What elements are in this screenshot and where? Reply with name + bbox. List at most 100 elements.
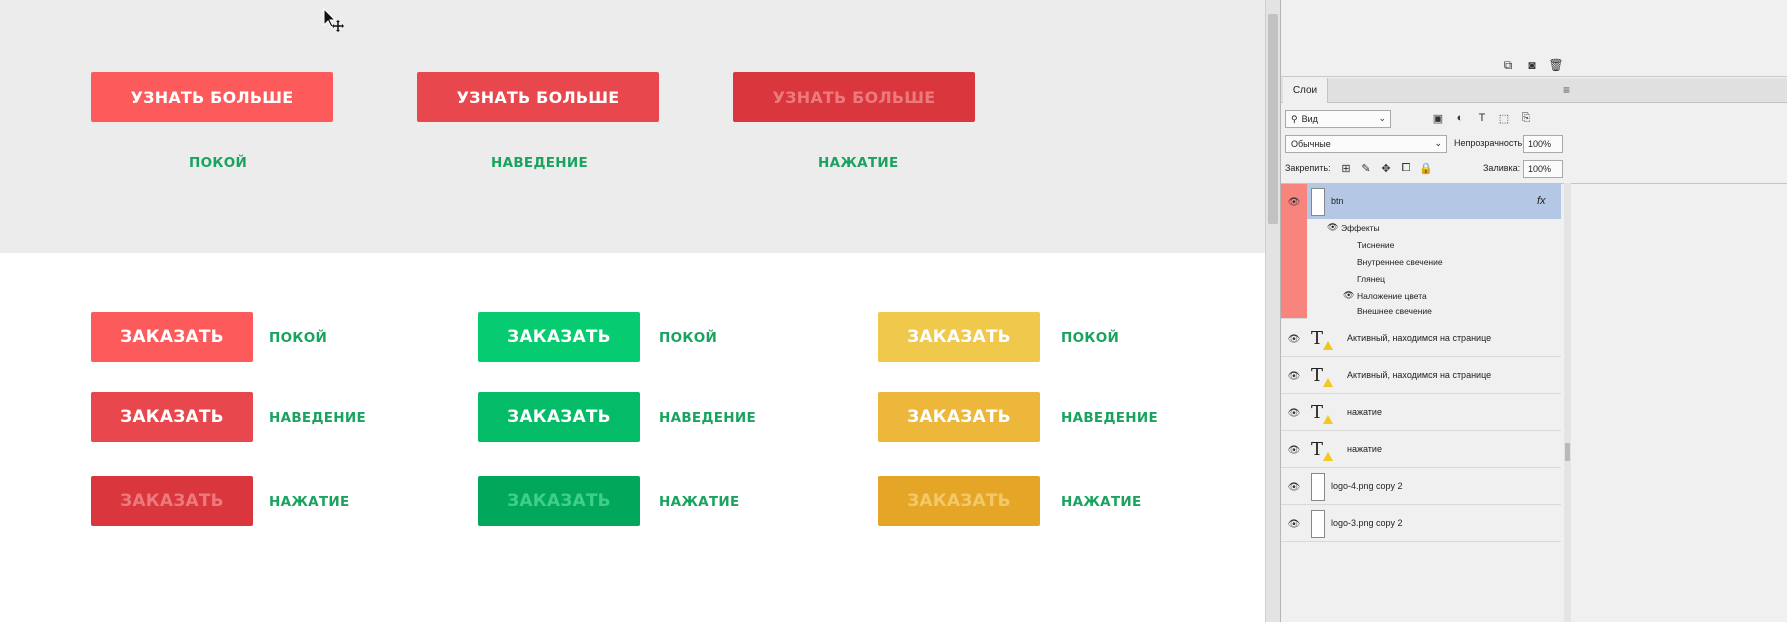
eye-icon[interactable]: 👁: [1287, 370, 1301, 382]
effect-row[interactable]: Глянец: [1307, 270, 1561, 287]
search-icon: ⚲: [1291, 113, 1298, 124]
state-label: НАВЕДЕНИЕ: [659, 410, 757, 426]
eye-icon[interactable]: 👁: [1287, 196, 1301, 208]
state-label-hover: НАВЕДЕНИЕ: [491, 155, 589, 171]
order-button-green-pressed[interactable]: ЗАКАЗАТЬ: [478, 476, 640, 526]
fill-label: Заливка:: [1483, 163, 1521, 173]
panel-upper-area: ⧉ ◙ 🗑: [1281, 0, 1787, 77]
warning-icon: [1323, 452, 1333, 461]
camera-icon[interactable]: ◙: [1525, 58, 1539, 72]
adjustment-filter-icon[interactable]: ◐: [1453, 111, 1467, 125]
layer-item[interactable]: 👁 logo-4.png copy 2: [1281, 469, 1561, 505]
effect-name: Глянец: [1357, 274, 1385, 284]
panel-menu-icon[interactable]: ≡: [1563, 83, 1570, 97]
fx-icon[interactable]: fx: [1537, 195, 1546, 207]
lock-fill-row: Закрепить: ⊞ ✎ ✥ ⧠ 🔒 Заливка: 100%: [1285, 160, 1785, 178]
eye-icon[interactable]: 👁: [1287, 481, 1301, 493]
effect-row[interactable]: Внешнее свечение: [1307, 304, 1561, 319]
shape-filter-icon[interactable]: ⬚: [1497, 111, 1511, 125]
layer-filter-row: ⚲ Вид ⌄ ▣ ◐ T ⬚ ⎘: [1285, 110, 1785, 128]
order-button-red-rest[interactable]: ЗАКАЗАТЬ: [91, 312, 253, 362]
layer-name: Активный, находимся на странице: [1347, 333, 1492, 343]
layer-item[interactable]: 👁 T нажатие: [1281, 432, 1561, 468]
scrollbar-thumb[interactable]: [1565, 443, 1570, 461]
blend-mode-value: Обычные: [1291, 139, 1331, 149]
chevron-down-icon: ⌄: [1378, 113, 1386, 123]
state-label-pressed: НАЖАТИЕ: [818, 155, 899, 171]
layer-filter-select[interactable]: ⚲ Вид ⌄: [1285, 110, 1391, 128]
eye-icon[interactable]: 👁: [1287, 518, 1301, 530]
blend-mode-select[interactable]: Обычные ⌄: [1285, 135, 1447, 153]
warning-icon: [1323, 378, 1333, 387]
effect-row[interactable]: Тиснение: [1307, 236, 1561, 253]
effect-name: Тиснение: [1357, 240, 1395, 250]
effects-row[interactable]: 👁 Эффекты: [1307, 219, 1561, 236]
learn-more-button-hover[interactable]: УЗНАТЬ БОЛЬШЕ: [417, 72, 659, 122]
eye-icon[interactable]: 👁: [1287, 333, 1301, 345]
order-button-green-hover[interactable]: ЗАКАЗАТЬ: [478, 392, 640, 442]
learn-more-button-pressed[interactable]: УЗНАТЬ БОЛЬШЕ: [733, 72, 975, 122]
eye-icon[interactable]: 👁: [1343, 290, 1354, 301]
opacity-label: Непрозрачность:: [1454, 138, 1525, 148]
trash-icon[interactable]: 🗑: [1548, 58, 1563, 72]
tab-layers[interactable]: Слои: [1283, 78, 1328, 103]
lock-move-icon[interactable]: ✥: [1379, 161, 1393, 175]
lock-artboard-icon[interactable]: ⧠: [1399, 161, 1413, 175]
state-label-rest: ПОКОЙ: [189, 155, 248, 171]
text-filter-icon[interactable]: T: [1475, 111, 1489, 125]
smart-object-thumbnail: [1311, 510, 1325, 538]
blend-opacity-row: Обычные ⌄ Непрозрачность: 100%: [1285, 135, 1785, 153]
state-label: ПОКОЙ: [1061, 330, 1120, 346]
layers-list: 👁 btn fx 👁 Эффекты Тиснение Внутреннее с…: [1281, 183, 1787, 622]
learn-more-button-rest[interactable]: УЗНАТЬ БОЛЬШЕ: [91, 72, 333, 122]
canvas-vertical-scrollbar[interactable]: [1265, 0, 1280, 622]
move-cursor-icon: [322, 7, 346, 32]
lock-brush-icon[interactable]: ✎: [1359, 161, 1373, 175]
effect-row[interactable]: 👁 Наложение цвета: [1307, 287, 1561, 304]
layer-item[interactable]: 👁 logo-3.png copy 2: [1281, 506, 1561, 542]
lock-transparent-icon[interactable]: ⊞: [1339, 161, 1353, 175]
new-adjustment-icon[interactable]: ⧉: [1501, 58, 1515, 72]
smart-object-thumbnail: [1311, 473, 1325, 501]
filter-value: Вид: [1301, 114, 1318, 124]
order-button-red-pressed[interactable]: ЗАКАЗАТЬ: [91, 476, 253, 526]
eye-icon[interactable]: 👁: [1327, 222, 1338, 233]
layers-panel: ⧉ ◙ 🗑 Слои ≡ ⚲ Вид ⌄ ▣ ◐ T ⬚ ⎘ Обычные ⌄…: [1280, 0, 1787, 622]
state-label: НАЖАТИЕ: [269, 494, 350, 510]
eye-icon[interactable]: 👁: [1287, 444, 1301, 456]
layer-item[interactable]: 👁 T нажатие: [1281, 395, 1561, 431]
effects-label: Эффекты: [1341, 223, 1380, 233]
layer-item[interactable]: 👁 T Активный, находимся на странице: [1281, 358, 1561, 394]
order-button-yellow-hover[interactable]: ЗАКАЗАТЬ: [878, 392, 1040, 442]
warning-icon: [1323, 341, 1333, 350]
layer-thumbnail: [1311, 188, 1325, 216]
eye-icon[interactable]: 👁: [1287, 407, 1301, 419]
layer-name: logo-3.png copy 2: [1331, 518, 1403, 528]
state-label: НАЖАТИЕ: [1061, 494, 1142, 510]
effect-name: Внутреннее свечение: [1357, 257, 1443, 267]
effect-name: Внешнее свечение: [1357, 306, 1432, 316]
effect-name: Наложение цвета: [1357, 291, 1427, 301]
order-button-red-hover[interactable]: ЗАКАЗАТЬ: [91, 392, 253, 442]
scrollbar-thumb[interactable]: [1268, 14, 1278, 224]
order-button-yellow-rest[interactable]: ЗАКАЗАТЬ: [878, 312, 1040, 362]
image-filter-icon[interactable]: ▣: [1431, 111, 1445, 125]
effect-row[interactable]: Внутреннее свечение: [1307, 253, 1561, 270]
panel-tabbar: Слои ≡: [1281, 78, 1787, 103]
layer-name: Активный, находимся на странице: [1347, 370, 1492, 380]
order-button-yellow-pressed[interactable]: ЗАКАЗАТЬ: [878, 476, 1040, 526]
layer-name: logo-4.png copy 2: [1331, 481, 1403, 491]
smart-object-filter-icon[interactable]: ⎘: [1519, 111, 1533, 125]
state-label: ПОКОЙ: [269, 330, 328, 346]
layer-name: нажатие: [1347, 407, 1382, 417]
lock-all-icon[interactable]: 🔒: [1419, 161, 1433, 175]
state-label: НАВЕДЕНИЕ: [269, 410, 367, 426]
state-label: НАЖАТИЕ: [659, 494, 740, 510]
document-canvas[interactable]: УЗНАТЬ БОЛЬШЕ УЗНАТЬ БОЛЬШЕ УЗНАТЬ БОЛЬШ…: [0, 0, 1265, 622]
fill-field[interactable]: 100%: [1523, 160, 1563, 178]
layers-scrollbar[interactable]: [1564, 183, 1571, 622]
layer-item[interactable]: 👁 T Активный, находимся на странице: [1281, 321, 1561, 357]
order-button-green-rest[interactable]: ЗАКАЗАТЬ: [478, 312, 640, 362]
layer-btn[interactable]: 👁 btn fx 👁 Эффекты Тиснение Внутреннее с…: [1281, 184, 1561, 319]
opacity-field[interactable]: 100%: [1523, 135, 1563, 153]
